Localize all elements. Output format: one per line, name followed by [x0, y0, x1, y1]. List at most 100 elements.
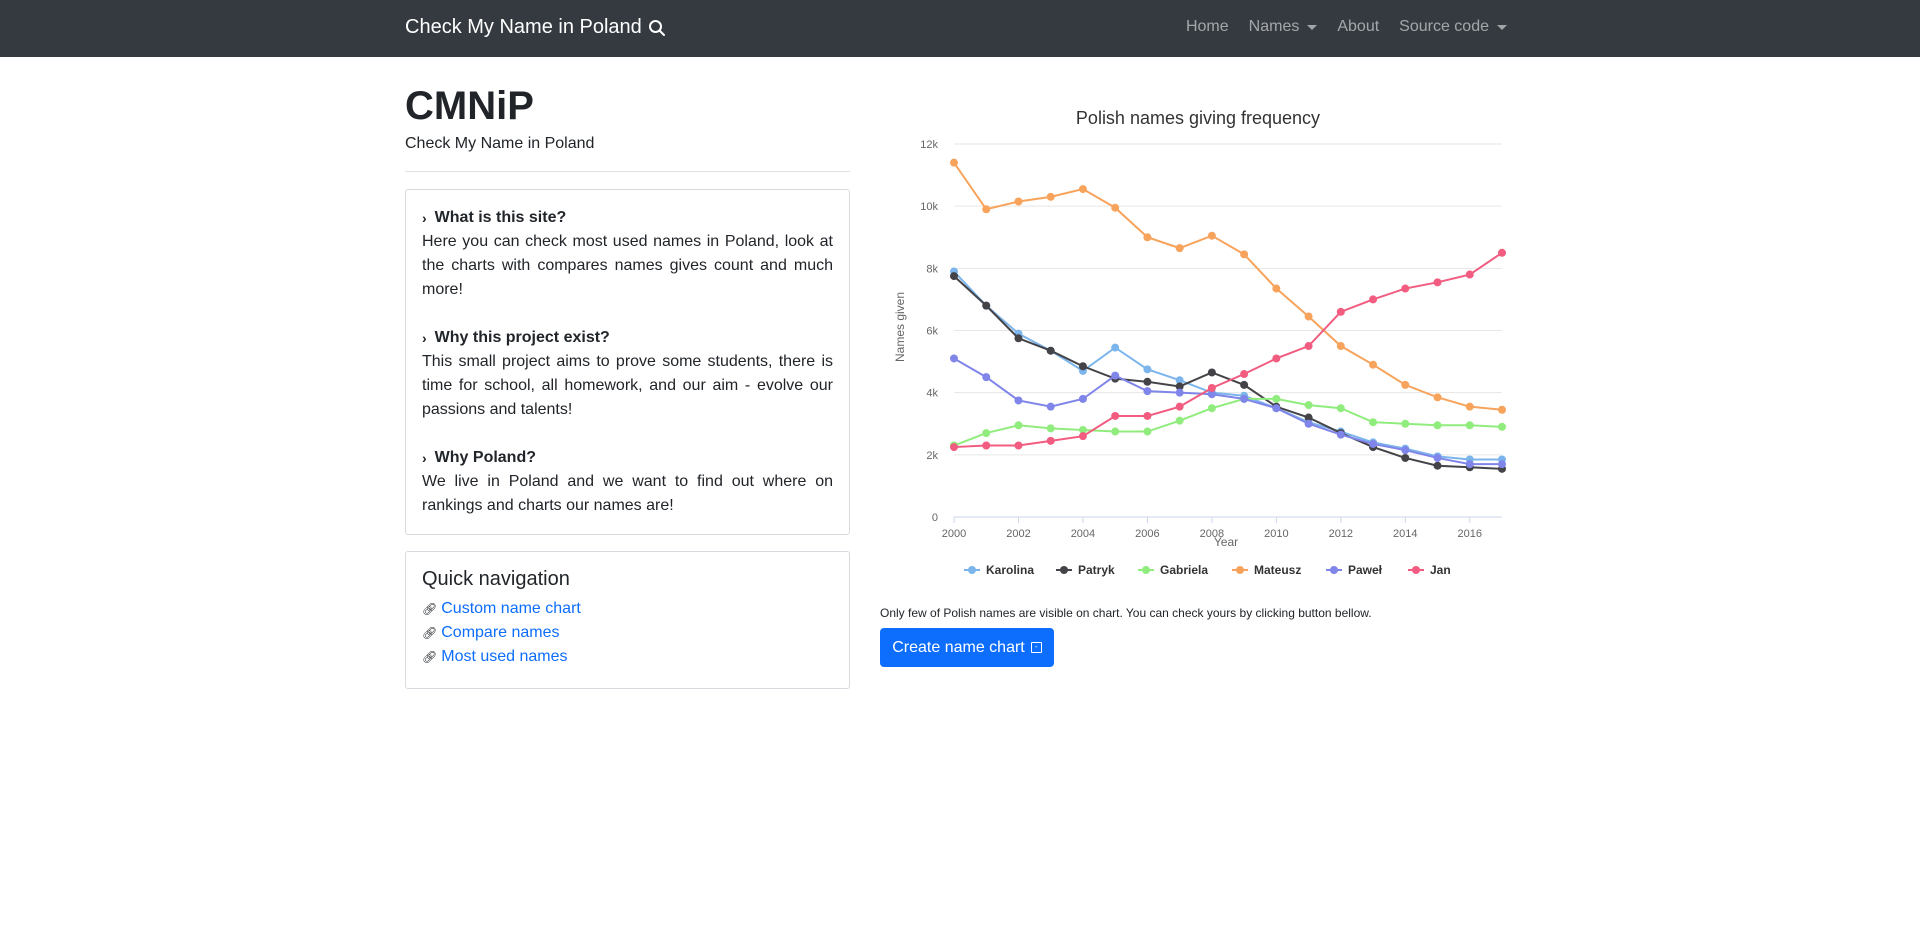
- link-icon: 🔗︎: [422, 626, 438, 640]
- caret-down-icon: [1497, 24, 1507, 30]
- legend-item-label: Mateusz: [1254, 563, 1301, 577]
- data-point: [1272, 284, 1281, 293]
- data-point: [1465, 270, 1474, 279]
- link-icon: 🔗︎: [422, 650, 438, 664]
- data-point: [950, 272, 958, 281]
- data-point: [1111, 427, 1120, 436]
- data-point: [1498, 405, 1506, 414]
- most-used-names-link[interactable]: 🔗︎ Most used names: [422, 645, 833, 669]
- series-line-patryk: [953, 275, 1503, 470]
- x-tick-label: 2000: [942, 528, 966, 540]
- compare-names-link[interactable]: 🔗︎ Compare names: [422, 621, 833, 645]
- data-point: [1207, 404, 1216, 413]
- data-point: [1143, 377, 1152, 386]
- nav-source-code-label: Source code: [1399, 18, 1489, 35]
- legend-symbol-marker: [1060, 566, 1068, 574]
- data-point: [982, 429, 991, 438]
- x-tick-label: 2004: [1071, 528, 1095, 540]
- data-point: [1336, 430, 1345, 439]
- info-answer: This small project aims to prove some st…: [422, 353, 833, 418]
- series-line-jan: [953, 251, 1503, 449]
- data-point: [1240, 380, 1249, 389]
- data-point: [1498, 460, 1506, 469]
- data-point: [1433, 393, 1442, 402]
- data-point: [1240, 394, 1249, 403]
- chevron-right-icon: ›: [422, 450, 427, 466]
- info-question: › Why Poland?: [422, 446, 833, 470]
- brand-label: Check My Name in Poland: [405, 16, 642, 38]
- data-point: [1465, 421, 1474, 430]
- x-tick-label: 2006: [1135, 528, 1159, 540]
- chevron-right-icon: ›: [422, 210, 427, 226]
- info-answer: Here you can check most used names in Po…: [422, 233, 833, 298]
- data-point: [1207, 231, 1216, 240]
- info-answer: We live in Poland and we want to find ou…: [422, 473, 833, 514]
- data-point: [1240, 250, 1249, 259]
- series-line-karolina: [953, 270, 1502, 461]
- data-point: [1369, 418, 1378, 427]
- data-point: [1111, 343, 1120, 352]
- data-point: [1111, 203, 1120, 212]
- data-point: [1175, 244, 1184, 253]
- data-point: [1207, 384, 1216, 393]
- external-icon: -: [1030, 642, 1042, 653]
- data-point: [982, 301, 991, 310]
- data-point: [1111, 371, 1120, 380]
- data-point: [1078, 432, 1087, 441]
- x-tick-label: 2014: [1393, 528, 1417, 540]
- y-tick-label: 8k: [926, 263, 938, 275]
- series-line-paweł: [953, 357, 1502, 466]
- data-point: [1046, 192, 1055, 201]
- data-point: [1014, 197, 1023, 206]
- legend-item-label: Gabriela: [1160, 563, 1208, 577]
- data-point: [982, 205, 991, 214]
- most-used-names-link-label: Most used names: [441, 648, 568, 665]
- info-question: › Why this project exist?: [422, 326, 833, 350]
- data-point: [1498, 248, 1506, 257]
- data-point: [950, 354, 958, 363]
- legend-symbol-marker: [1412, 566, 1420, 574]
- info-question-label: Why Poland?: [434, 449, 536, 466]
- nav-about[interactable]: About: [1337, 18, 1379, 36]
- data-point: [1336, 404, 1345, 413]
- data-point: [1046, 346, 1055, 355]
- data-point: [1175, 416, 1184, 425]
- divider: [405, 171, 850, 172]
- data-point: [950, 158, 958, 167]
- data-point: [1272, 404, 1281, 413]
- data-point: [1207, 368, 1216, 377]
- data-point: [1078, 394, 1087, 403]
- y-tick-label: 0: [932, 512, 938, 524]
- data-point: [1465, 402, 1474, 411]
- nav-names-label: Names: [1248, 18, 1300, 35]
- nav-home[interactable]: Home: [1186, 18, 1229, 36]
- custom-name-chart-link[interactable]: 🔗︎ Custom name chart: [422, 597, 833, 621]
- data-point: [1046, 424, 1055, 433]
- x-tick-label: 2002: [1006, 528, 1030, 540]
- custom-name-chart-link-label: Custom name chart: [441, 600, 581, 617]
- chart-title: Polish names giving frequency: [1076, 108, 1320, 128]
- data-point: [982, 373, 991, 382]
- create-name-chart-label: Create name chart: [892, 638, 1025, 656]
- data-point: [1401, 284, 1410, 293]
- info-card: › What is this site? Here you can check m…: [405, 189, 850, 535]
- data-point: [1272, 354, 1281, 363]
- nav-home-label: Home: [1185, 18, 1229, 35]
- page-subtitle: Check My Name in Poland: [405, 135, 595, 152]
- data-point: [1014, 334, 1023, 343]
- data-point: [1143, 427, 1152, 436]
- brand-link[interactable]: Check My Name in Poland: [405, 16, 666, 39]
- data-point: [1175, 402, 1184, 411]
- data-point: [1401, 453, 1410, 462]
- data-point: [1433, 278, 1442, 287]
- data-point: [1143, 411, 1152, 420]
- nav-names-dropdown[interactable]: Names: [1249, 18, 1318, 36]
- quick-navigation-title: Quick navigation: [422, 568, 570, 590]
- nav-menu: Home Names About Source code: [1186, 18, 1507, 36]
- legend-item-label: Paweł: [1348, 563, 1383, 577]
- chart-note: Only few of Polish names are visible on …: [880, 606, 1372, 620]
- nav-source-code-dropdown[interactable]: Source code: [1399, 18, 1507, 36]
- create-name-chart-button[interactable]: Create name chart -: [880, 628, 1054, 667]
- data-point: [1304, 419, 1313, 428]
- x-tick-label: 2016: [1458, 528, 1482, 540]
